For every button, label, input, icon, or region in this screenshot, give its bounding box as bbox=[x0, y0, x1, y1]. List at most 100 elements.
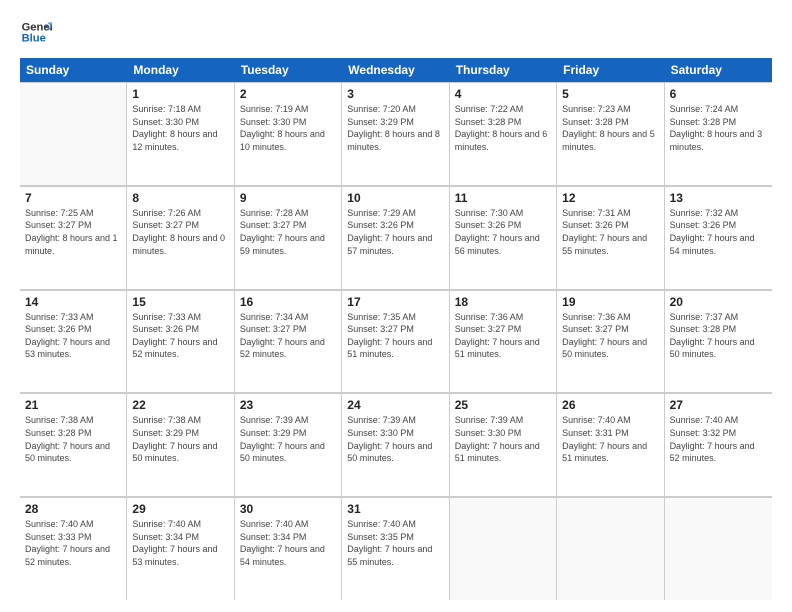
calendar-cell: 1Sunrise: 7:18 AMSunset: 3:30 PMDaylight… bbox=[127, 83, 234, 185]
sunset-text: Sunset: 3:30 PM bbox=[132, 116, 228, 129]
daylight-text: Daylight: 8 hours and 6 minutes. bbox=[455, 128, 551, 153]
sunset-text: Sunset: 3:27 PM bbox=[455, 323, 551, 336]
calendar-cell: 23Sunrise: 7:39 AMSunset: 3:29 PMDayligh… bbox=[235, 394, 342, 496]
svg-text:Blue: Blue bbox=[22, 33, 46, 45]
sunrise-text: Sunrise: 7:31 AM bbox=[562, 207, 658, 220]
sunrise-text: Sunrise: 7:28 AM bbox=[240, 207, 336, 220]
sunset-text: Sunset: 3:26 PM bbox=[347, 219, 443, 232]
daylight-text: Daylight: 7 hours and 53 minutes. bbox=[132, 543, 228, 568]
calendar-cell: 19Sunrise: 7:36 AMSunset: 3:27 PMDayligh… bbox=[557, 291, 664, 393]
day-number: 30 bbox=[240, 502, 336, 516]
sunrise-text: Sunrise: 7:35 AM bbox=[347, 311, 443, 324]
day-header-wednesday: Wednesday bbox=[342, 58, 449, 82]
sunrise-text: Sunrise: 7:23 AM bbox=[562, 103, 658, 116]
sunrise-text: Sunrise: 7:40 AM bbox=[347, 518, 443, 531]
calendar-cell: 2Sunrise: 7:19 AMSunset: 3:30 PMDaylight… bbox=[235, 83, 342, 185]
day-number: 1 bbox=[132, 87, 228, 101]
sunset-text: Sunset: 3:28 PM bbox=[25, 427, 121, 440]
calendar-cell: 12 Sunrise: 7:31 AMSunset: 3:26 PMDayligh… bbox=[557, 187, 664, 289]
calendar-cell: 28Sunrise: 7:40 AMSunset: 3:33 PMDayligh… bbox=[20, 498, 127, 600]
sunset-text: Sunset: 3:28 PM bbox=[455, 116, 551, 129]
sunrise-text: Sunrise: 7:39 AM bbox=[455, 414, 551, 427]
calendar-cell: 30 Sunrise: 7:40 AMSunset: 3:34 PMDayligh… bbox=[235, 498, 342, 600]
day-number: 18 bbox=[455, 295, 551, 309]
sunrise-text: Sunrise: 7:33 AM bbox=[132, 311, 228, 324]
sunset-text: Sunset: 3:34 PM bbox=[240, 531, 336, 544]
daylight-text: Daylight: 8 hours and 8 minutes. bbox=[347, 128, 443, 153]
day-number: 15 bbox=[132, 295, 228, 309]
day-number: 25 bbox=[455, 398, 551, 412]
calendar-cell: 16Sunrise: 7:34 AMSunset: 3:27 PMDayligh… bbox=[235, 291, 342, 393]
daylight-text: Daylight: 7 hours and 50 minutes. bbox=[240, 440, 336, 465]
daylight-text: Daylight: 7 hours and 55 minutes. bbox=[562, 232, 658, 257]
sunset-text: Sunset: 3:27 PM bbox=[240, 323, 336, 336]
sunrise-text: Sunrise: 7:40 AM bbox=[670, 414, 767, 427]
sunset-text: Sunset: 3:29 PM bbox=[132, 427, 228, 440]
day-header-sunday: Sunday bbox=[20, 58, 127, 82]
daylight-text: Daylight: 8 hours and 1 minute. bbox=[25, 232, 121, 257]
daylight-text: Daylight: 7 hours and 56 minutes. bbox=[455, 232, 551, 257]
daylight-text: Daylight: 7 hours and 52 minutes. bbox=[25, 543, 121, 568]
daylight-text: Daylight: 7 hours and 54 minutes. bbox=[240, 543, 336, 568]
daylight-text: Daylight: 8 hours and 3 minutes. bbox=[670, 128, 767, 153]
sunrise-text: Sunrise: 7:40 AM bbox=[562, 414, 658, 427]
sunset-text: Sunset: 3:28 PM bbox=[670, 116, 767, 129]
calendar-cell: 7Sunrise: 7:25 AMSunset: 3:27 PMDaylight… bbox=[20, 187, 127, 289]
sunset-text: Sunset: 3:26 PM bbox=[562, 219, 658, 232]
day-number: 21 bbox=[25, 398, 121, 412]
sunrise-text: Sunrise: 7:40 AM bbox=[25, 518, 121, 531]
daylight-text: Daylight: 7 hours and 52 minutes. bbox=[132, 336, 228, 361]
day-header-thursday: Thursday bbox=[450, 58, 557, 82]
logo-icon: General Blue bbox=[20, 16, 52, 48]
day-number: 27 bbox=[670, 398, 767, 412]
daylight-text: Daylight: 7 hours and 52 minutes. bbox=[670, 440, 767, 465]
day-number: 14 bbox=[25, 295, 121, 309]
daylight-text: Daylight: 7 hours and 51 minutes. bbox=[347, 336, 443, 361]
sunrise-text: Sunrise: 7:34 AM bbox=[240, 311, 336, 324]
calendar-cell: 21Sunrise: 7:38 AMSunset: 3:28 PMDayligh… bbox=[20, 394, 127, 496]
day-header-monday: Monday bbox=[127, 58, 234, 82]
sunrise-text: Sunrise: 7:38 AM bbox=[132, 414, 228, 427]
daylight-text: Daylight: 8 hours and 12 minutes. bbox=[132, 128, 228, 153]
sunset-text: Sunset: 3:33 PM bbox=[25, 531, 121, 544]
day-number: 12 bbox=[562, 191, 658, 205]
sunset-text: Sunset: 3:29 PM bbox=[240, 427, 336, 440]
sunrise-text: Sunrise: 7:38 AM bbox=[25, 414, 121, 427]
day-number: 20 bbox=[670, 295, 767, 309]
daylight-text: Daylight: 7 hours and 51 minutes. bbox=[455, 336, 551, 361]
day-number: 22 bbox=[132, 398, 228, 412]
calendar-cell: 24Sunrise: 7:39 AMSunset: 3:30 PMDayligh… bbox=[342, 394, 449, 496]
sunset-text: Sunset: 3:30 PM bbox=[455, 427, 551, 440]
sunrise-text: Sunrise: 7:40 AM bbox=[240, 518, 336, 531]
sunrise-text: Sunrise: 7:36 AM bbox=[455, 311, 551, 324]
daylight-text: Daylight: 8 hours and 5 minutes. bbox=[562, 128, 658, 153]
sunset-text: Sunset: 3:31 PM bbox=[562, 427, 658, 440]
calendar-cell: 29Sunrise: 7:40 AMSunset: 3:34 PMDayligh… bbox=[127, 498, 234, 600]
day-number: 11 bbox=[455, 191, 551, 205]
daylight-text: Daylight: 7 hours and 50 minutes. bbox=[347, 440, 443, 465]
calendar-cell: 6Sunrise: 7:24 AMSunset: 3:28 PMDaylight… bbox=[665, 83, 772, 185]
daylight-text: Daylight: 8 hours and 0 minutes. bbox=[132, 232, 228, 257]
sunset-text: Sunset: 3:26 PM bbox=[25, 323, 121, 336]
calendar: SundayMondayTuesdayWednesdayThursdayFrid… bbox=[20, 58, 772, 600]
calendar-week-4: 21Sunrise: 7:38 AMSunset: 3:28 PMDayligh… bbox=[20, 393, 772, 497]
calendar-cell: 10Sunrise: 7:29 AMSunset: 3:26 PMDayligh… bbox=[342, 187, 449, 289]
calendar-cell: 9Sunrise: 7:28 AMSunset: 3:27 PMDaylight… bbox=[235, 187, 342, 289]
calendar-cell: 14Sunrise: 7:33 AMSunset: 3:26 PMDayligh… bbox=[20, 291, 127, 393]
sunset-text: Sunset: 3:26 PM bbox=[132, 323, 228, 336]
day-header-friday: Friday bbox=[557, 58, 664, 82]
calendar-cell bbox=[665, 498, 772, 600]
calendar-cell bbox=[450, 498, 557, 600]
day-header-tuesday: Tuesday bbox=[235, 58, 342, 82]
sunrise-text: Sunrise: 7:30 AM bbox=[455, 207, 551, 220]
day-number: 2 bbox=[240, 87, 336, 101]
sunset-text: Sunset: 3:26 PM bbox=[670, 219, 767, 232]
day-number: 8 bbox=[132, 191, 228, 205]
sunset-text: Sunset: 3:28 PM bbox=[562, 116, 658, 129]
calendar-cell: 13Sunrise: 7:32 AMSunset: 3:26 PMDayligh… bbox=[665, 187, 772, 289]
sunrise-text: Sunrise: 7:37 AM bbox=[670, 311, 767, 324]
sunset-text: Sunset: 3:30 PM bbox=[240, 116, 336, 129]
daylight-text: Daylight: 7 hours and 52 minutes. bbox=[240, 336, 336, 361]
calendar-week-1: 1Sunrise: 7:18 AMSunset: 3:30 PMDaylight… bbox=[20, 82, 772, 186]
day-number: 23 bbox=[240, 398, 336, 412]
